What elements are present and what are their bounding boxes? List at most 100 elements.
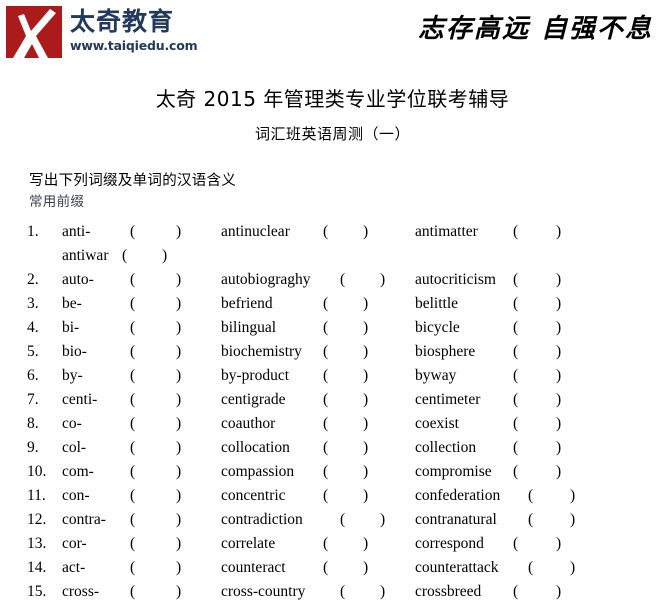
blank-open-paren: ( <box>130 559 136 576</box>
exercise-row: 11. con- () concentric () confederation () <box>0 484 665 508</box>
blank-close-paren[interactable]: ) <box>363 220 368 244</box>
blank-close-paren[interactable]: ) <box>363 484 368 508</box>
blank-close-paren[interactable]: ) <box>363 460 368 484</box>
exercise-row: 9. col- () collocation () collection () <box>0 436 665 460</box>
blank-close-paren[interactable]: ) <box>176 220 181 244</box>
example-word-1: concentric <box>221 487 286 504</box>
blank-open-paren: ( <box>130 511 136 528</box>
blank-open-paren: ( <box>513 367 519 384</box>
blank-close-paren[interactable]: ) <box>363 556 368 580</box>
blank-close-paren[interactable]: ) <box>556 220 561 244</box>
blank-close-paren[interactable]: ) <box>176 460 181 484</box>
blank-close-paren[interactable]: ) <box>556 292 561 316</box>
blank-close-paren[interactable]: ) <box>556 316 561 340</box>
blank-close-paren[interactable]: ) <box>556 580 561 604</box>
exercise-row: 8. co- () coauthor () coexist () <box>0 412 665 436</box>
blank-close-paren[interactable]: ) <box>363 412 368 436</box>
example-word-1: autobiograghy <box>221 271 311 288</box>
blank-close-paren[interactable]: ) <box>556 268 561 292</box>
blank-open-paren: ( <box>130 295 136 312</box>
calligraphy-slogan: 志存高远 自强不息 <box>417 14 653 44</box>
example-word-2: counterattack <box>415 559 499 576</box>
blank-open-paren: ( <box>513 391 519 408</box>
affix-label: contra- <box>62 511 106 528</box>
blank-close-paren[interactable]: ) <box>363 364 368 388</box>
blank-close-paren[interactable]: ) <box>176 316 181 340</box>
blank-close-paren[interactable]: ) <box>556 364 561 388</box>
blank-open-paren: ( <box>513 439 519 456</box>
blank-close-paren[interactable]: ) <box>570 484 575 508</box>
blank-close-paren[interactable]: ) <box>176 412 181 436</box>
page-title: 太奇 2015 年管理类专业学位联考辅导 <box>155 87 510 111</box>
affix-label: bio- <box>62 343 87 360</box>
blank-close-paren[interactable]: ) <box>556 436 561 460</box>
blank-close-paren[interactable]: ) <box>380 268 385 292</box>
blank-close-paren[interactable]: ) <box>176 268 181 292</box>
affix-label: auto- <box>62 271 94 288</box>
blank-close-paren[interactable]: ) <box>363 292 368 316</box>
blank-open-paren: ( <box>130 583 136 600</box>
exercise-number: 1. <box>27 223 39 240</box>
affix-label: centi- <box>62 391 98 408</box>
example-word-1: antinuclear <box>221 223 290 240</box>
blank-open-paren: ( <box>323 367 329 384</box>
blank-open-paren: ( <box>340 583 346 600</box>
blank-close-paren[interactable]: ) <box>363 388 368 412</box>
example-word-2: compromise <box>415 463 492 480</box>
example-word-2: contranatural <box>415 511 497 528</box>
blank-close-paren[interactable]: ) <box>176 436 181 460</box>
blank-close-paren[interactable]: ) <box>570 556 575 580</box>
blank-open-paren: ( <box>323 439 329 456</box>
blank-close-paren[interactable]: ) <box>176 508 181 532</box>
blank-close-paren[interactable]: ) <box>363 340 368 364</box>
blank-close-paren[interactable]: ) <box>556 412 561 436</box>
blank-open-paren: ( <box>513 295 519 312</box>
affix-label: cor- <box>62 535 87 552</box>
example-word-1: coauthor <box>221 415 276 432</box>
affix-label: act- <box>62 559 86 576</box>
blank-close-paren[interactable]: ) <box>556 532 561 556</box>
blank-close-paren[interactable]: ) <box>363 316 368 340</box>
exercise-number: 8. <box>27 415 39 432</box>
blank-close-paren[interactable]: ) <box>176 340 181 364</box>
blank-open-paren: ( <box>323 559 329 576</box>
exercise-number: 6. <box>27 367 39 384</box>
example-word-2: coexist <box>415 415 459 432</box>
exercise-number: 15. <box>27 583 47 600</box>
instruction-text: 写出下列词缀及单词的汉语含义 <box>29 173 237 189</box>
example-word-1: collocation <box>221 439 290 456</box>
blank-close-paren[interactable]: ) <box>176 364 181 388</box>
blank-open-paren: ( <box>323 535 329 552</box>
section-label: 常用前缀 <box>29 194 85 210</box>
affix-label: cross- <box>62 583 100 600</box>
blank-close-paren[interactable]: ) <box>363 532 368 556</box>
blank-close-paren[interactable]: ) <box>556 340 561 364</box>
blank-close-paren[interactable]: ) <box>363 436 368 460</box>
example-word-1: contradiction <box>221 511 303 528</box>
blank-close-paren[interactable]: ) <box>556 460 561 484</box>
exercise-row: 10. com- () compassion () compromise () <box>0 460 665 484</box>
blank-close-paren[interactable]: ) <box>176 556 181 580</box>
blank-open-paren: ( <box>528 559 534 576</box>
blank-close-paren[interactable]: ) <box>176 532 181 556</box>
blank-close-paren[interactable]: ) <box>556 388 561 412</box>
blank-close-paren[interactable]: ) <box>176 388 181 412</box>
exercise-number: 7. <box>27 391 39 408</box>
blank-open-paren: ( <box>130 319 136 336</box>
blank-open-paren: ( <box>130 535 136 552</box>
blank-close-paren[interactable]: ) <box>176 580 181 604</box>
blank-open-paren: ( <box>513 463 519 480</box>
blank-close-paren[interactable]: ) <box>380 508 385 532</box>
blank-close-paren[interactable]: ) <box>570 508 575 532</box>
blank-close-paren[interactable]: ) <box>380 580 385 604</box>
blank-close-paren[interactable]: ) <box>176 484 181 508</box>
example-word-1: cross-country <box>221 583 306 600</box>
exercise-number: 14. <box>27 559 47 576</box>
blank-close-paren[interactable]: ) <box>162 244 167 268</box>
blank-close-paren[interactable]: ) <box>176 292 181 316</box>
exercise-list: 1. anti-() antinuclear() antimatter() antiwa… <box>0 220 665 604</box>
exercise-number: 11. <box>27 487 46 504</box>
blank-open-paren: ( <box>513 535 519 552</box>
example-word-2: correspond <box>415 535 484 552</box>
taiqi-logo-icon <box>6 6 62 58</box>
